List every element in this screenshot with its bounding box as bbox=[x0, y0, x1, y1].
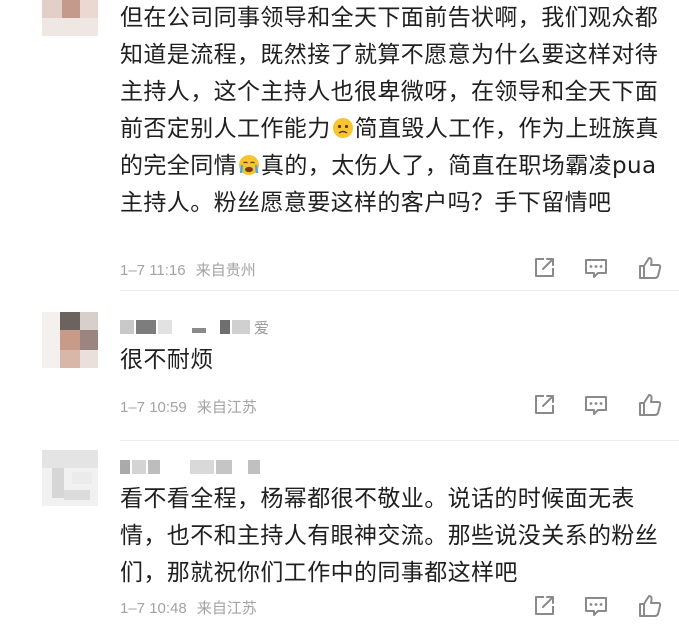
comment-text: 很不耐烦 bbox=[120, 347, 214, 373]
worried-face-icon bbox=[332, 118, 353, 138]
thumbs-up-icon bbox=[639, 394, 662, 416]
divider bbox=[120, 440, 679, 441]
comment-icon bbox=[585, 597, 607, 616]
comment-location: 来自江苏 bbox=[196, 399, 257, 416]
comment-text: 但在公司同事领导和全天下面前告状啊，我们观众都知道是流程，既然接了就算不愿意为什… bbox=[120, 5, 659, 216]
comment-item: 爱 很不耐烦 1–7 10:59 来自江苏 bbox=[0, 290, 679, 440]
comment-meta: 1–7 11:16 来自贵州 bbox=[120, 259, 256, 280]
avatar[interactable] bbox=[42, 0, 98, 36]
comment-icon bbox=[585, 259, 607, 278]
reply-button[interactable] bbox=[582, 592, 610, 620]
share-icon bbox=[535, 395, 554, 414]
comment-location: 来自江苏 bbox=[196, 600, 257, 617]
divider bbox=[120, 290, 679, 291]
thumbs-up-icon bbox=[639, 257, 662, 279]
share-icon bbox=[535, 596, 554, 615]
share-icon bbox=[535, 258, 554, 277]
share-button[interactable] bbox=[530, 592, 558, 620]
comment-actions bbox=[528, 592, 668, 620]
comment-item: 但在公司同事领导和全天下面前告状啊，我们观众都知道是流程，既然接了就算不愿意为什… bbox=[0, 0, 679, 290]
crying-face-icon bbox=[239, 155, 259, 175]
like-button[interactable] bbox=[636, 391, 664, 419]
comment-item: 看不看全程，杨幂都很不敬业。说话的时候面无表情，也不和主持人有眼神交流。那些说没… bbox=[0, 440, 679, 631]
comment-meta: 1–7 10:59 来自江苏 bbox=[120, 396, 257, 417]
share-button[interactable] bbox=[530, 391, 558, 419]
comment-time: 1–7 11:16 bbox=[120, 262, 186, 279]
username[interactable]: 爱 bbox=[120, 319, 290, 337]
username[interactable] bbox=[120, 460, 280, 476]
like-button[interactable] bbox=[636, 254, 664, 282]
comment-icon bbox=[585, 396, 607, 415]
comment-location: 来自贵州 bbox=[195, 262, 256, 279]
thumbs-up-icon bbox=[639, 595, 662, 617]
comment-time: 1–7 10:48 bbox=[120, 600, 187, 617]
username-partial: 爱 bbox=[254, 319, 270, 337]
avatar[interactable] bbox=[42, 450, 98, 506]
comment-meta: 1–7 10:48 来自江苏 bbox=[120, 597, 257, 618]
comment-text: 看不看全程，杨幂都很不敬业。说话的时候面无表情，也不和主持人有眼神交流。那些说没… bbox=[120, 486, 659, 586]
reply-button[interactable] bbox=[582, 391, 610, 419]
share-button[interactable] bbox=[530, 254, 558, 282]
like-button[interactable] bbox=[636, 592, 664, 620]
comment-time: 1–7 10:59 bbox=[120, 399, 187, 416]
reply-button[interactable] bbox=[582, 254, 610, 282]
comment-actions bbox=[528, 254, 668, 282]
comment-actions bbox=[528, 391, 668, 419]
avatar[interactable] bbox=[42, 312, 98, 368]
